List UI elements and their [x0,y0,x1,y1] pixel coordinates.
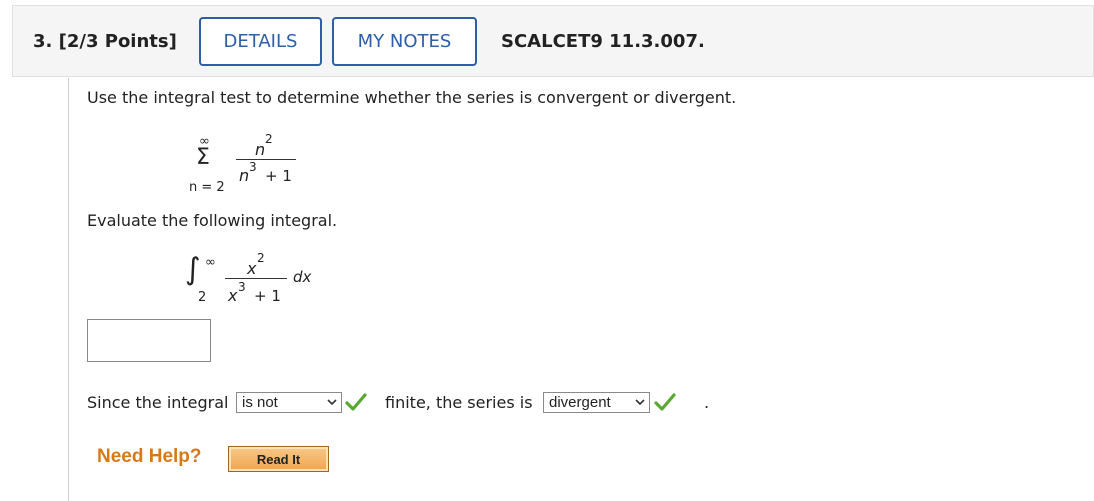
series-fraction-bar [236,159,296,160]
series-lower-limit: n = 2 [189,180,225,195]
sigma-symbol: Σ [196,145,210,170]
sentence-end: . [704,393,710,412]
check-icon [654,393,676,411]
integral-numerator-exp: 2 [257,251,265,265]
integral-differential: dx [293,268,312,286]
chevron-down-icon [327,399,337,406]
integral-denominator-rest: + 1 [254,287,281,305]
integral-finite-select[interactable]: is not [236,392,342,413]
chevron-down-icon [635,399,645,406]
integral-fraction-bar [225,278,287,279]
evaluate-prompt: Evaluate the following integral. [87,211,338,230]
my-notes-button[interactable]: MY NOTES [332,17,477,66]
problem-code: SCALCET9 11.3.007. [501,31,705,52]
series-type-select-value: divergent [549,394,611,411]
series-denominator-rest: + 1 [265,167,292,185]
series-type-select[interactable]: divergent [543,392,650,413]
question-header: 3. [2/3 Points] DETAILS MY NOTES SCALCET… [12,5,1094,77]
integral-denominator-base: x [228,286,238,305]
need-help-label: Need Help? [97,446,202,467]
sentence-part1: Since the integral [87,393,229,412]
series-numerator-exp: 2 [265,132,273,146]
question-prompt: Use the integral test to determine wheth… [87,88,737,107]
series-numerator-base: n [255,140,266,159]
integral-answer-input[interactable] [87,319,211,362]
integral-lower-limit: 2 [198,290,207,305]
integral-upper-limit: ∞ [205,255,216,270]
question-number: 3. [2/3 Points] [33,31,177,52]
check-icon [345,393,367,411]
content-left-border [68,78,69,501]
integral-sign: ∫ [185,252,201,287]
details-button[interactable]: DETAILS [199,17,322,66]
read-it-button[interactable]: Read It [228,446,329,472]
integral-finite-select-value: is not [242,394,278,411]
series-denominator-base: n [239,166,250,185]
integral-numerator-base: x [247,259,257,278]
sentence-part2: finite, the series is [385,393,533,412]
series-denominator-exp: 3 [249,160,257,174]
integral-denominator-exp: 3 [238,280,246,294]
